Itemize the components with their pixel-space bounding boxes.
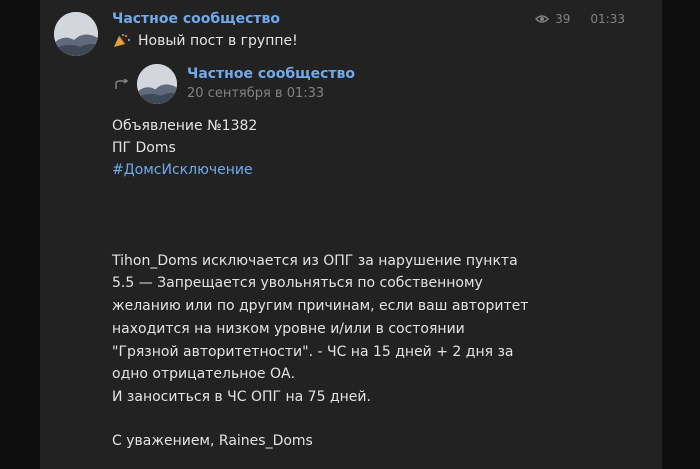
- body-line: И заноситься в ЧС ОПГ на 75 дней.: [112, 389, 371, 405]
- body-line: одно отрицательное ОА.: [112, 366, 296, 382]
- post-subtitle-text: Новый пост в группе!: [138, 33, 298, 49]
- body-line: "Грязной авторитетности". - ЧС на 15 дне…: [112, 344, 514, 360]
- avatar-landscape-icon: [137, 64, 177, 104]
- body-line: 5.5 — Запрещается увольняться по собстве…: [112, 275, 483, 291]
- post-meta: 39 01:33: [535, 12, 625, 26]
- eye-icon: [535, 15, 550, 23]
- body-line: желанию или по другим причинам, если ваш…: [112, 298, 529, 314]
- avatar-landscape-icon: [54, 12, 98, 56]
- hashtag-link[interactable]: #ДомсИсключение: [112, 159, 253, 181]
- repost-arrow-icon: [115, 79, 129, 89]
- body-line: находится на низком уровне и/или в состо…: [112, 321, 465, 337]
- views-count: 39: [555, 12, 571, 26]
- post-author[interactable]: Частное сообщество: [112, 11, 280, 27]
- post-subtitle: Новый пост в группе!: [112, 33, 298, 49]
- group-name: ПГ Doms: [112, 140, 176, 156]
- repost-date[interactable]: 20 сентября в 01:33: [187, 86, 324, 101]
- group-avatar[interactable]: [54, 12, 98, 56]
- party-emoji-icon: [114, 34, 131, 47]
- announcement-number: Объявление №1382: [112, 118, 258, 134]
- repost-author[interactable]: Частное сообщество: [187, 66, 355, 82]
- body-line: Tihon_Doms исключается из ОПГ за нарушен…: [112, 253, 518, 269]
- signature: С уважением, Raines_Doms: [112, 433, 313, 449]
- post-time[interactable]: 01:33: [590, 12, 625, 26]
- repost-group-avatar[interactable]: [137, 64, 177, 104]
